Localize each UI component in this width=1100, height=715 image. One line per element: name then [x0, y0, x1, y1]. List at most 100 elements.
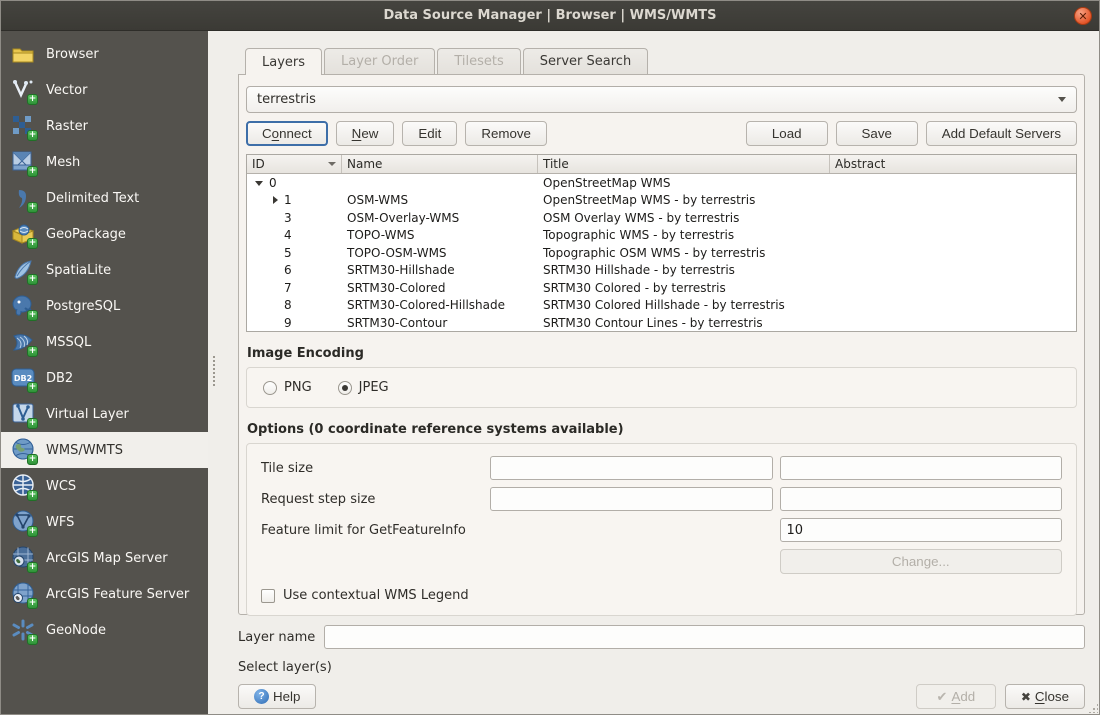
connect-button[interactable]: Connect — [246, 121, 328, 146]
feather-icon: + — [11, 258, 35, 282]
globe-wcs-icon: + — [11, 474, 35, 498]
sidebar-item-spatialite[interactable]: + SpatiaLite — [1, 252, 208, 288]
table-row[interactable]: 8 SRTM30-Colored-Hillshade SRTM30 Colore… — [247, 297, 1076, 315]
sidebar-item-delimited-text[interactable]: + Delimited Text — [1, 180, 208, 216]
add-badge-icon: + — [27, 634, 38, 645]
window-close-button[interactable]: ✕ — [1074, 7, 1092, 25]
column-header-abstract[interactable]: Abstract — [830, 155, 1076, 173]
sidebar-item-browser[interactable]: Browser — [1, 36, 208, 72]
expand-expander-icon[interactable] — [273, 196, 278, 204]
request-step-height-input[interactable] — [780, 487, 1063, 511]
add-badge-icon: + — [27, 454, 38, 465]
help-button[interactable]: ?Help — [238, 684, 316, 709]
help-icon: ? — [254, 689, 269, 704]
table-header-row: ID Name Title Abstract — [247, 155, 1076, 174]
column-header-title[interactable]: Title — [538, 155, 830, 173]
sidebar-item-raster[interactable]: + Raster — [1, 108, 208, 144]
globe-wms-icon: + — [11, 438, 35, 462]
sidebar-item-postgresql[interactable]: + PostgreSQL — [1, 288, 208, 324]
sidebar-item-mesh[interactable]: + Mesh — [1, 144, 208, 180]
globe-wfs-icon: + — [11, 510, 35, 534]
checkbox-icon — [261, 589, 275, 603]
contextual-legend-checkbox[interactable]: Use contextual WMS Legend — [261, 588, 1062, 603]
remove-button[interactable]: Remove — [465, 121, 547, 146]
title-bar: Data Source Manager | Browser | WMS/WMTS… — [1, 1, 1099, 31]
sidebar-item-label: WCS — [46, 479, 76, 494]
tab-layers[interactable]: Layers — [245, 48, 322, 75]
arcgis-map-icon: + — [11, 546, 35, 570]
sidebar-item-vector[interactable]: + Vector — [1, 72, 208, 108]
sidebar-item-geonode[interactable]: + GeoNode — [1, 612, 208, 648]
table-row[interactable]: 5 TOPO-OSM-WMS Topographic OSM WMS - by … — [247, 244, 1076, 262]
sidebar-item-virtual-layer[interactable]: + Virtual Layer — [1, 396, 208, 432]
add-badge-icon: + — [27, 94, 38, 105]
sort-descending-icon — [328, 162, 336, 166]
add-badge-icon: + — [27, 238, 38, 249]
panel-splitter[interactable] — [208, 31, 238, 714]
edit-button[interactable]: Edit — [402, 121, 457, 146]
options-group: Tile size Request step size Feature limi… — [246, 443, 1077, 616]
tab-layer-order: Layer Order — [324, 48, 435, 74]
load-button[interactable]: Load — [746, 121, 828, 146]
layer-name-input[interactable] — [324, 625, 1085, 649]
sidebar-item-db2[interactable]: DB2 + DB2 — [1, 360, 208, 396]
sidebar-item-label: Vector — [46, 83, 87, 98]
column-header-name[interactable]: Name — [342, 155, 538, 173]
splitter-grip[interactable] — [213, 356, 215, 386]
add-default-servers-button[interactable]: Add Default Servers — [926, 121, 1077, 146]
add-badge-icon: + — [27, 166, 38, 177]
tab-server-search[interactable]: Server Search — [523, 48, 648, 74]
close-button[interactable]: ✖Close — [1005, 684, 1085, 709]
close-x-icon: ✖ — [1021, 690, 1031, 704]
source-type-sidebar: Browser + Vector + Raster + — [1, 31, 208, 714]
data-source-manager-dialog: Data Source Manager | Browser | WMS/WMTS… — [0, 0, 1100, 715]
sidebar-item-arcgis-feature-server[interactable]: + ArcGIS Feature Server — [1, 576, 208, 612]
column-header-id[interactable]: ID — [247, 155, 342, 173]
radio-circle-icon — [263, 381, 277, 395]
sidebar-item-label: Browser — [46, 47, 99, 62]
tab-tilesets: Tilesets — [437, 48, 520, 74]
table-row[interactable]: 7 SRTM30-Colored SRTM30 Colored - by ter… — [247, 279, 1076, 297]
feature-limit-input[interactable] — [780, 518, 1063, 542]
window-title: Data Source Manager | Browser | WMS/WMTS — [383, 8, 716, 23]
sidebar-item-label: DB2 — [46, 371, 73, 386]
table-row[interactable]: 4 TOPO-WMS Topographic WMS - by terrestr… — [247, 227, 1076, 245]
elephant-icon: + — [11, 294, 35, 318]
table-row[interactable]: 1 OSM-WMS OpenStreetMap WMS - by terrest… — [247, 192, 1076, 210]
add-badge-icon: + — [27, 490, 38, 501]
sidebar-item-wcs[interactable]: + WCS — [1, 468, 208, 504]
save-button[interactable]: Save — [836, 121, 918, 146]
server-connection-value: terrestris — [257, 92, 1058, 107]
sidebar-item-wms-wmts[interactable]: + WMS/WMTS — [1, 432, 208, 468]
add-badge-icon: + — [27, 202, 38, 213]
vector-icon: + — [11, 78, 35, 102]
select-layers-status: Select layer(s) — [238, 660, 1085, 675]
sidebar-item-label: WMS/WMTS — [46, 443, 123, 458]
table-row[interactable]: 0 OpenStreetMap WMS — [247, 174, 1076, 192]
tile-size-height-input[interactable] — [780, 456, 1063, 480]
server-connection-select[interactable]: terrestris — [246, 86, 1077, 113]
change-crs-button: Change... — [780, 549, 1063, 574]
sidebar-item-label: SpatiaLite — [46, 263, 111, 278]
table-row[interactable]: 6 SRTM30-Hillshade SRTM30 Hillshade - by… — [247, 262, 1076, 280]
jpeg-radio[interactable]: JPEG — [338, 380, 389, 395]
image-encoding-group: PNG JPEG — [246, 367, 1077, 408]
sidebar-item-arcgis-map-server[interactable]: + ArcGIS Map Server — [1, 540, 208, 576]
sidebar-item-geopackage[interactable]: + GeoPackage — [1, 216, 208, 252]
request-step-width-input[interactable] — [490, 487, 773, 511]
new-button[interactable]: New — [336, 121, 395, 146]
tile-size-label: Tile size — [261, 461, 483, 476]
sidebar-item-mssql[interactable]: + MSSQL — [1, 324, 208, 360]
sidebar-item-wfs[interactable]: + WFS — [1, 504, 208, 540]
table-row[interactable]: 3 OSM-Overlay-WMS OSM Overlay WMS - by t… — [247, 209, 1076, 227]
png-radio[interactable]: PNG — [263, 380, 312, 395]
image-encoding-heading: Image Encoding — [247, 346, 1077, 361]
radio-circle-icon — [338, 381, 352, 395]
collapse-expander-icon[interactable] — [255, 181, 263, 186]
sidebar-item-label: GeoNode — [46, 623, 106, 638]
feature-limit-label: Feature limit for GetFeatureInfo — [261, 523, 773, 538]
tile-size-width-input[interactable] — [490, 456, 773, 480]
table-row[interactable]: 9 SRTM30-Contour SRTM30 Contour Lines - … — [247, 314, 1076, 332]
add-badge-icon: + — [27, 562, 38, 573]
sidebar-item-label: Delimited Text — [46, 191, 139, 206]
